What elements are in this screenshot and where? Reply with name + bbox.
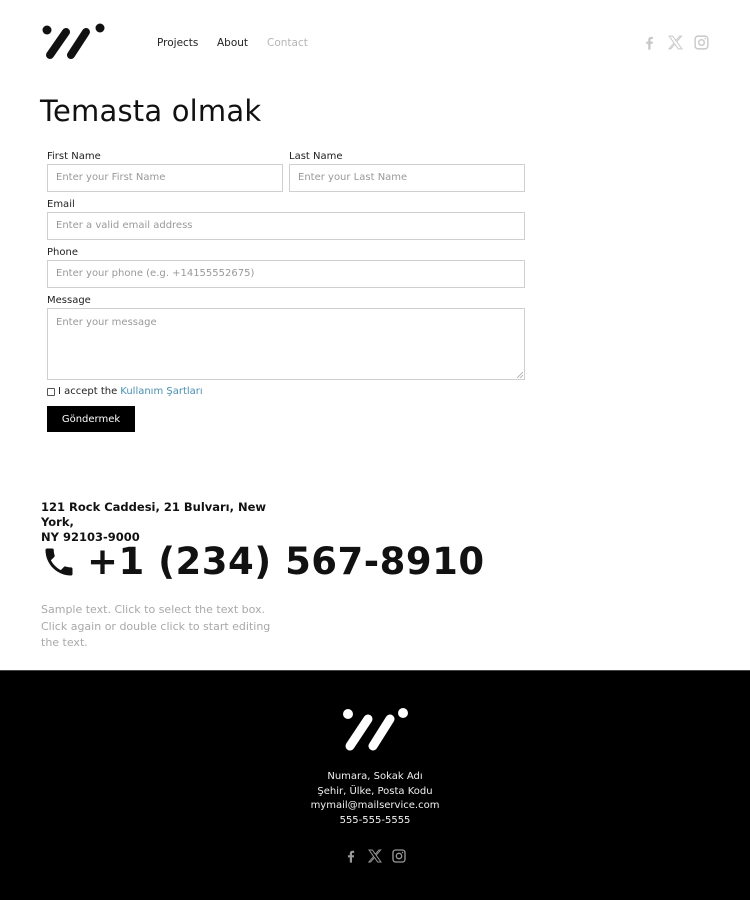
- x-icon[interactable]: [667, 34, 684, 51]
- nav-about[interactable]: About: [217, 37, 248, 49]
- instagram-icon[interactable]: [391, 848, 407, 864]
- email-input[interactable]: Enter a valid email address: [47, 212, 525, 240]
- footer-email[interactable]: mymail@mailservice.com: [0, 799, 750, 814]
- nav-projects[interactable]: Projects: [157, 37, 198, 49]
- footer-address-line: Numara, Sokak Adı: [327, 771, 423, 782]
- last-name-label: Last Name: [289, 151, 343, 162]
- sample-text: Sample text. Click to select the text bo…: [41, 603, 271, 649]
- address-line-1: 121 Rock Caddesi, 21 Bulvarı, New York,: [41, 500, 267, 529]
- email-label: Email: [47, 199, 75, 210]
- instagram-icon[interactable]: [693, 34, 710, 51]
- phone-label: Phone: [47, 247, 78, 258]
- contact-form: First Name Enter your First Name Last Na…: [47, 150, 525, 432]
- footer-city-line: Şehir, Ülke, Posta Kodu: [317, 785, 433, 797]
- message-textarea[interactable]: Enter your message: [47, 308, 525, 380]
- phone-number: +1 (234) 567-8910: [87, 540, 485, 583]
- facebook-icon[interactable]: [641, 34, 658, 51]
- x-icon[interactable]: [367, 848, 383, 864]
- submit-button[interactable]: Göndermek: [47, 406, 135, 432]
- phone-block: +1 (234) 567-8910: [41, 540, 485, 583]
- terms-link[interactable]: Kullanım Şartları: [120, 386, 202, 397]
- terms-row: I accept the Kullanım Şartları: [47, 386, 525, 397]
- footer-social-links: [343, 848, 407, 864]
- last-name-input[interactable]: Enter your Last Name: [289, 164, 525, 192]
- terms-text: I accept the: [58, 386, 118, 397]
- brand-logo[interactable]: [42, 22, 106, 62]
- nav-contact[interactable]: Contact: [267, 37, 308, 49]
- message-label: Message: [47, 295, 91, 306]
- phone-input[interactable]: Enter your phone (e.g. +14155552675): [47, 260, 525, 288]
- resize-handle-icon[interactable]: [517, 372, 523, 378]
- address: 121 Rock Caddesi, 21 Bulvarı, New York, …: [41, 500, 301, 545]
- footer-phone: 555-555-5555: [339, 815, 411, 827]
- message-placeholder: Enter your message: [56, 317, 157, 328]
- phone-icon: [45, 548, 73, 575]
- header-social-links: [641, 34, 710, 51]
- footer-contact-info: Numara, Sokak Adı Şehir, Ülke, Posta Kod…: [0, 770, 750, 829]
- first-name-input[interactable]: Enter your First Name: [47, 164, 283, 192]
- first-name-label: First Name: [47, 151, 101, 162]
- footer: Numara, Sokak Adı Şehir, Ülke, Posta Kod…: [0, 670, 750, 900]
- footer-logo[interactable]: [342, 707, 410, 753]
- page-title: Temasta olmak: [40, 94, 262, 128]
- terms-checkbox[interactable]: [47, 387, 55, 396]
- facebook-icon[interactable]: [343, 848, 359, 864]
